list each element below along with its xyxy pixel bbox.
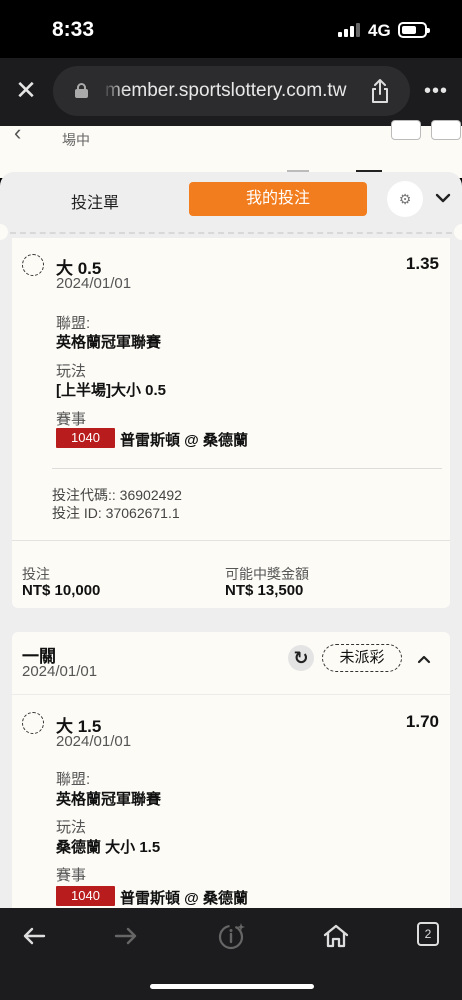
browser-toolbar: ✕ member.sportslottery.com.tw ••• xyxy=(0,58,462,126)
bet-card: 大 0.5 1.35 2024/01/01 聯盟: 英格蘭冠軍聯賽 玩法 [上半… xyxy=(12,238,450,608)
odds: 1.70 xyxy=(405,712,439,731)
event-label: 賽事 xyxy=(56,411,87,428)
gear-icon[interactable]: ⚙ xyxy=(387,181,423,217)
market-value: [上半場]大小 0.5 xyxy=(56,382,167,399)
stake-label: 投注 xyxy=(22,566,50,582)
page-header: ‹ 場中 xyxy=(0,120,462,178)
clock: 8:33 xyxy=(52,18,95,41)
grid-icon[interactable] xyxy=(431,120,461,140)
tabs-icon[interactable]: 2 xyxy=(417,922,439,946)
browser-bottom-bar: 2 xyxy=(0,908,462,1000)
league-label: 聯盟: xyxy=(56,315,91,332)
league-value: 英格蘭冠軍聯賽 xyxy=(56,334,162,351)
event-label: 賽事 xyxy=(56,867,87,884)
page-subtitle: 場中 xyxy=(62,132,90,148)
home-icon[interactable] xyxy=(320,920,352,952)
back-icon[interactable] xyxy=(18,920,50,952)
address-bar[interactable]: member.sportslottery.com.tw xyxy=(53,66,410,116)
league-value: 英格蘭冠軍聯賽 xyxy=(56,791,162,808)
forward-icon[interactable] xyxy=(110,920,142,952)
stake-value: NT$ 10,000 xyxy=(22,582,101,599)
divider xyxy=(10,232,452,234)
market-value: 桑德蘭 大小 1.5 xyxy=(56,839,161,856)
tab-bet-slip[interactable]: 投注單 xyxy=(40,189,150,213)
payout-value: NT$ 13,500 xyxy=(225,582,304,599)
chevron-down-icon[interactable] xyxy=(431,186,455,210)
bet-id: 投注 ID: 37062671.1 xyxy=(52,505,180,521)
signal-icon xyxy=(338,23,360,37)
selection-date: 2024/01/01 xyxy=(56,275,132,292)
selection-checkbox[interactable] xyxy=(22,712,44,734)
url-text: member.sportslottery.com.tw xyxy=(105,80,347,101)
sheet-tabs: 投注單 我的投注 ⚙ xyxy=(0,172,462,230)
payout-label: 可能中獎金額 xyxy=(225,566,309,582)
network-type: 4G xyxy=(368,21,391,40)
selection-date: 2024/01/01 xyxy=(56,733,132,750)
bet-date: 2024/01/01 xyxy=(22,663,98,680)
tab-my-bets[interactable]: 我的投注 xyxy=(189,182,367,216)
home-indicator xyxy=(150,984,314,989)
keyboard-icon[interactable] xyxy=(391,120,421,140)
event-code-badge: 1040 xyxy=(56,886,115,906)
bet-card: 一關 2024/01/01 ↻ 未派彩 大 1.5 1.70 2024/01/0… xyxy=(12,632,450,908)
selection-checkbox[interactable] xyxy=(22,254,44,276)
bet-code: 投注代碼:: 36902492 xyxy=(52,487,182,503)
battery-icon xyxy=(398,22,430,38)
status-bar: 8:33 4G xyxy=(0,0,462,58)
event-code-badge: 1040 xyxy=(56,428,115,448)
odds: 1.35 xyxy=(405,254,439,273)
close-icon[interactable]: ✕ xyxy=(14,77,38,103)
event-value: 普雷斯頓 @ 桑德蘭 xyxy=(120,890,248,907)
lock-icon xyxy=(75,83,88,98)
more-icon[interactable]: ••• xyxy=(424,80,448,103)
market-label: 玩法 xyxy=(56,363,87,380)
event-value: 普雷斯頓 @ 桑德蘭 xyxy=(120,432,248,449)
status-badge: 未派彩 xyxy=(322,644,402,672)
league-label: 聯盟: xyxy=(56,771,91,788)
my-bets-sheet: 投注單 我的投注 ⚙ 大 0.5 1.35 2024/01/01 聯盟: 英格蘭… xyxy=(0,172,462,908)
info-sparkle-icon[interactable] xyxy=(216,920,248,952)
back-chevron-icon[interactable]: ‹ xyxy=(14,120,21,146)
share-icon[interactable] xyxy=(369,78,391,104)
chevron-up-icon[interactable] xyxy=(415,650,433,668)
refresh-icon[interactable]: ↻ xyxy=(288,645,314,671)
market-label: 玩法 xyxy=(56,819,87,836)
